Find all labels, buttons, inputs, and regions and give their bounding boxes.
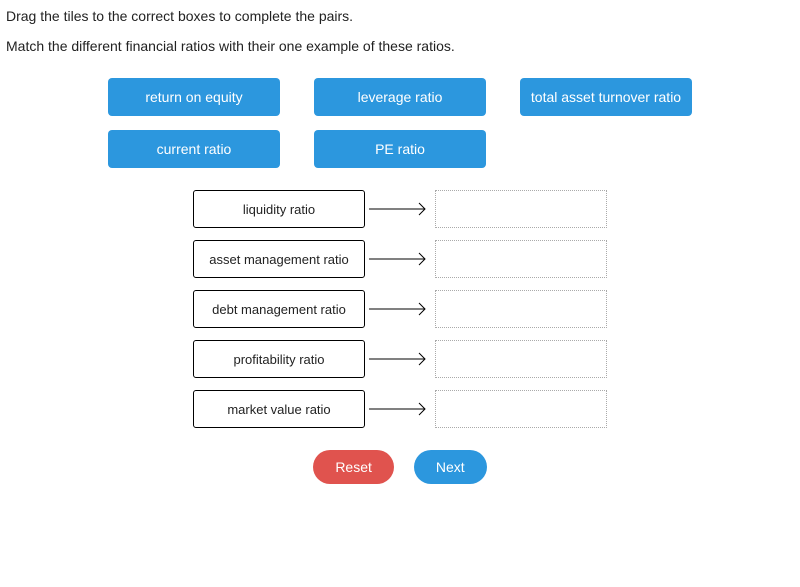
- arrow-icon: [365, 401, 435, 417]
- pairs-area: liquidity ratio asset management ratio d…: [0, 190, 800, 428]
- arrow-icon: [365, 251, 435, 267]
- buttons-row: Reset Next: [0, 450, 800, 484]
- tile-leverage-ratio[interactable]: leverage ratio: [314, 78, 486, 116]
- drop-target[interactable]: [435, 290, 607, 328]
- instruction-line-1: Drag the tiles to the correct boxes to c…: [6, 8, 794, 24]
- pair-row: profitability ratio: [193, 340, 607, 378]
- instruction-line-2: Match the different financial ratios wit…: [6, 38, 794, 54]
- instructions: Drag the tiles to the correct boxes to c…: [0, 0, 800, 54]
- drop-target[interactable]: [435, 340, 607, 378]
- arrow-icon: [365, 301, 435, 317]
- arrow-icon: [365, 201, 435, 217]
- drop-target[interactable]: [435, 390, 607, 428]
- pair-row: liquidity ratio: [193, 190, 607, 228]
- tile-current-ratio[interactable]: current ratio: [108, 130, 280, 168]
- tile-pe-ratio[interactable]: PE ratio: [314, 130, 486, 168]
- next-button[interactable]: Next: [414, 450, 487, 484]
- pair-row: asset management ratio: [193, 240, 607, 278]
- category-liquidity-ratio: liquidity ratio: [193, 190, 365, 228]
- arrow-icon: [365, 351, 435, 367]
- category-market-value-ratio: market value ratio: [193, 390, 365, 428]
- tiles-row-2: current ratio PE ratio: [0, 130, 800, 168]
- tiles-row-1: return on equity leverage ratio total as…: [0, 78, 800, 116]
- tiles-area: return on equity leverage ratio total as…: [0, 68, 800, 168]
- reset-button[interactable]: Reset: [313, 450, 394, 484]
- category-debt-management-ratio: debt management ratio: [193, 290, 365, 328]
- pair-row: debt management ratio: [193, 290, 607, 328]
- drop-target[interactable]: [435, 190, 607, 228]
- category-profitability-ratio: profitability ratio: [193, 340, 365, 378]
- tile-return-on-equity[interactable]: return on equity: [108, 78, 280, 116]
- tile-total-asset-turnover-ratio[interactable]: total asset turnover ratio: [520, 78, 692, 116]
- drop-target[interactable]: [435, 240, 607, 278]
- category-asset-management-ratio: asset management ratio: [193, 240, 365, 278]
- pair-row: market value ratio: [193, 390, 607, 428]
